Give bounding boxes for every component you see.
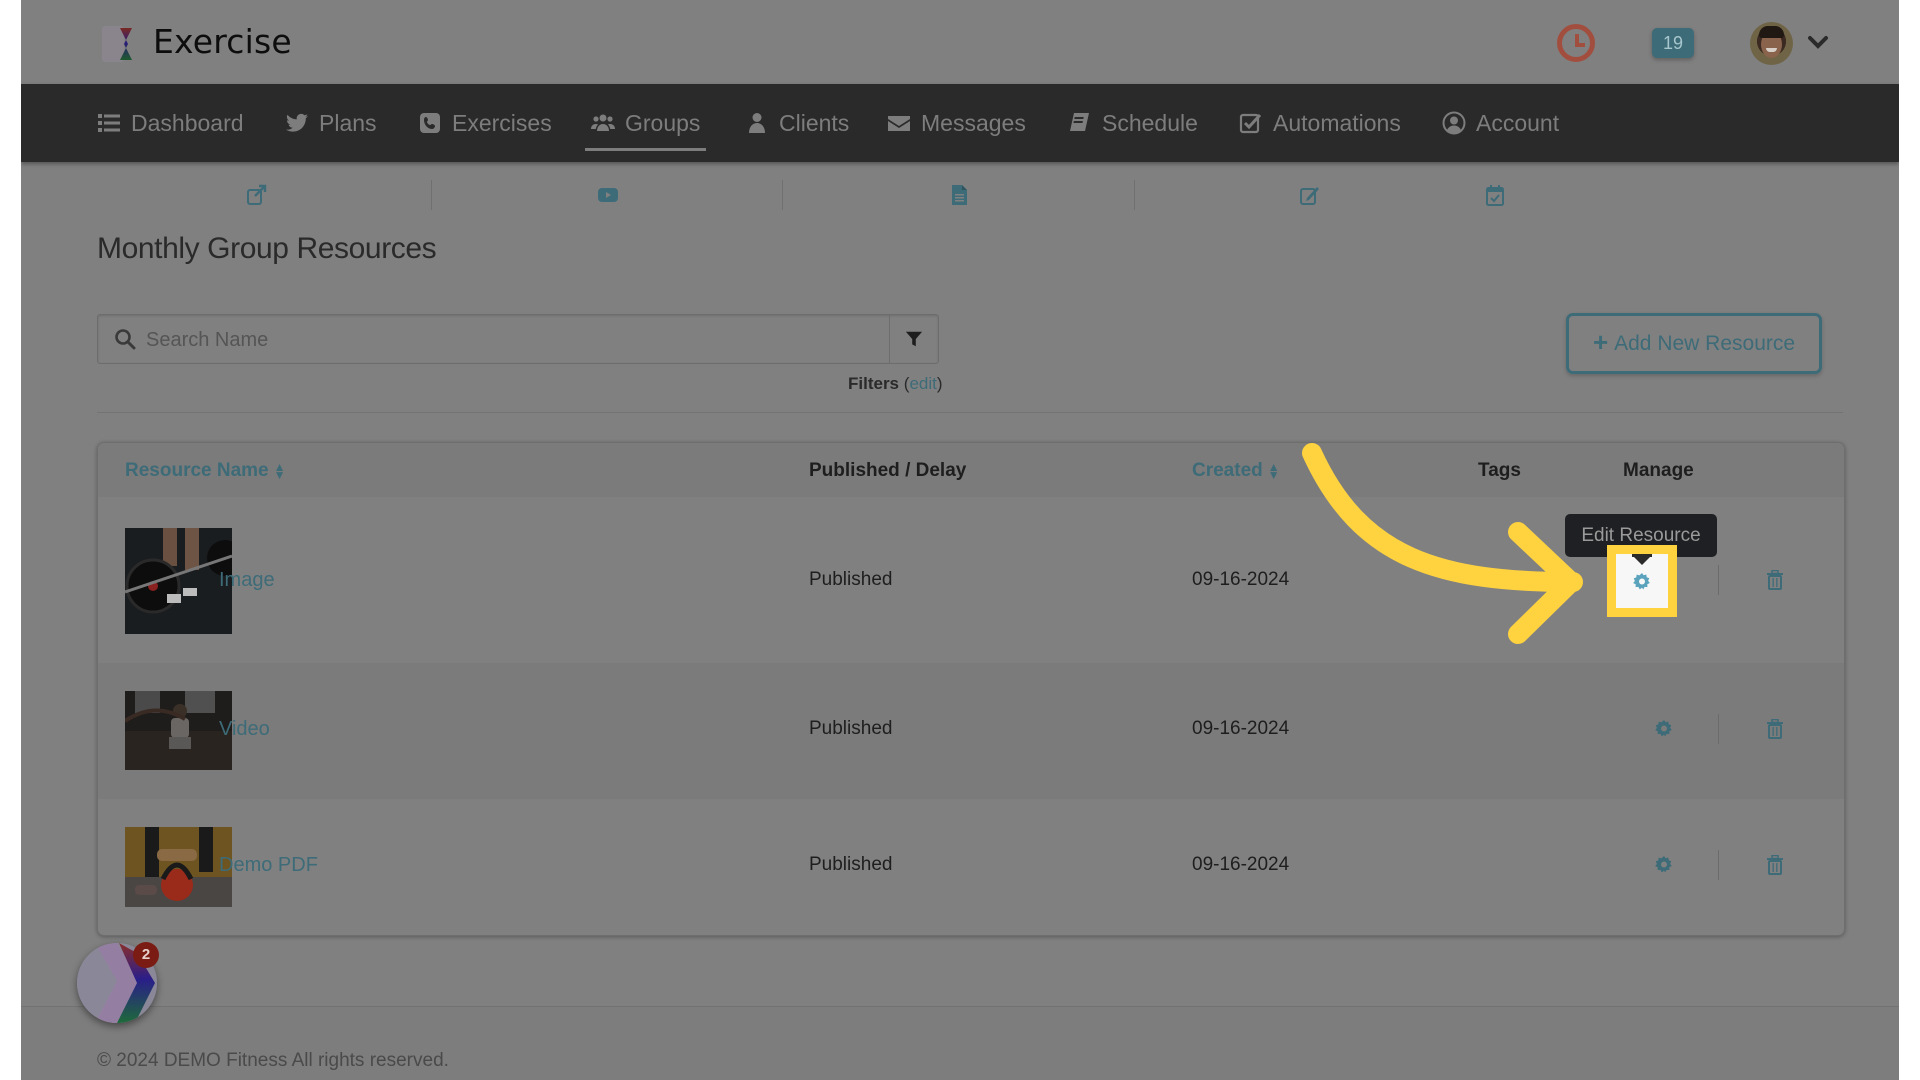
book-icon [1070,113,1089,131]
created-date: 09-16-2024 [1192,854,1290,875]
footer-copyright: © 2024 DEMO Fitness All rights reserved. [97,1050,449,1071]
gear-icon [1655,856,1672,873]
notification-count-badge[interactable]: 19 [1652,28,1694,58]
created-date: 09-16-2024 [1192,718,1290,739]
published-status: Published [809,718,893,739]
user-circle-icon [1442,111,1466,135]
filter-button[interactable] [889,315,938,363]
nav-item-schedule[interactable]: Schedule [1068,84,1198,162]
nav-item-clients[interactable]: Clients [745,84,849,162]
created-date: 09-16-2024 [1192,569,1290,590]
sort-icon: ▲ ▼ [273,459,286,482]
filters-label: Filters (edit) [848,374,943,393]
nav-item-automations[interactable]: Automations [1239,84,1401,162]
column-header-manage: Manage [1623,460,1694,481]
resource-name-link[interactable]: Video [219,718,270,741]
widget-notification-badge: 2 [133,942,159,968]
chevron-down-icon[interactable] [1806,30,1830,54]
trash-icon [1767,854,1783,875]
published-status: Published [809,854,893,875]
user-icon [749,113,765,133]
nav-label: Messages [921,109,1026,136]
brand-logo-icon[interactable] [102,26,138,62]
nav-label: Schedule [1102,109,1198,136]
filters-edit-link[interactable]: edit [909,374,936,393]
highlighted-edit-resource-button[interactable] [1607,545,1677,617]
resource-name-link[interactable]: Demo PDF [219,854,318,877]
resource-name-link[interactable]: Image [219,569,275,592]
search-box [97,314,939,365]
subnav-divider [1134,180,1135,210]
edit-resource-button[interactable] [1654,719,1674,739]
nav-label: Clients [779,109,850,136]
table-row: Video Published 09-16-2024 [98,663,1844,799]
external-link-icon[interactable] [246,184,268,206]
check-square-icon [1239,113,1262,134]
column-label: Resource Name [125,460,269,481]
filter-icon [905,331,923,347]
user-avatar[interactable] [1750,22,1793,65]
delete-resource-button[interactable] [1765,569,1783,590]
nav-label: Automations [1273,109,1401,136]
subnav-divider [431,180,432,210]
page-title: Monthly Group Resources [97,232,437,265]
column-header-resource-name[interactable]: Resource Name ▲ ▼ [125,460,286,482]
table-row: Demo PDF Published 09-16-2024 [98,799,1844,935]
users-icon [591,114,615,131]
column-header-created[interactable]: Created ▲ ▼ [1192,460,1280,482]
plus-icon: + [1592,326,1609,357]
nav-label: Groups [625,109,701,136]
delete-resource-button[interactable] [1765,854,1783,875]
gear-icon [1655,720,1672,737]
nav-item-dashboard[interactable]: Dashboard [97,84,244,162]
nav-label: Dashboard [131,109,244,136]
tooltip-pointer [1634,557,1650,565]
edit-icon[interactable] [1299,184,1321,206]
nav-item-account[interactable]: Account [1442,84,1559,162]
resource-thumbnail[interactable] [125,691,232,770]
add-new-resource-button[interactable]: + Add New Resource [1566,313,1822,374]
video-play-icon[interactable] [597,184,619,206]
calendar-check-icon[interactable] [1484,184,1506,206]
divider [97,412,1843,413]
page-dimmed-overlay: Exercise 19 Dashboard Plans Exercises Gr… [21,0,1899,1080]
search-icon [115,329,136,350]
file-text-icon[interactable] [948,184,970,206]
nav-label: Account [1476,109,1560,136]
sort-icon: ▲ ▼ [1267,459,1280,482]
edit-resource-button[interactable] [1654,855,1674,875]
nav-item-messages[interactable]: Messages [887,84,1026,162]
filters-text: Filters [848,374,900,393]
column-header-tags: Tags [1478,460,1521,481]
manage-divider [1718,850,1719,880]
manage-divider [1718,714,1719,744]
nav-item-exercises[interactable]: Exercises [418,84,552,162]
resource-thumbnail[interactable] [125,528,232,634]
table-header: Resource Name ▲ ▼ Published / Delay Create… [98,443,1844,497]
twitter-bird-icon [286,113,308,132]
nav-item-groups[interactable]: Groups [584,84,707,162]
gear-icon [1633,573,1650,590]
add-button-label: Add New Resource [1614,331,1796,355]
column-header-published-delay: Published / Delay [809,460,967,481]
phone-square-icon [420,113,440,133]
envelope-icon [888,116,910,131]
subnav-divider [782,180,783,210]
nav-label: Plans [319,109,377,136]
nav-label: Exercises [452,109,552,136]
list-icon [98,114,120,132]
search-input[interactable] [144,315,888,365]
trash-icon [1767,569,1783,590]
resource-thumbnail[interactable] [125,827,232,907]
column-label: Created [1192,460,1263,481]
brand-name[interactable]: Exercise [153,22,292,61]
nav-item-plans[interactable]: Plans [285,84,377,162]
main-navbar: Dashboard Plans Exercises Groups Clients… [21,84,1899,162]
trash-icon [1767,718,1783,739]
manage-divider [1718,565,1719,595]
delete-resource-button[interactable] [1765,718,1783,739]
published-status: Published [809,569,893,590]
clock-icon[interactable] [1557,24,1595,62]
